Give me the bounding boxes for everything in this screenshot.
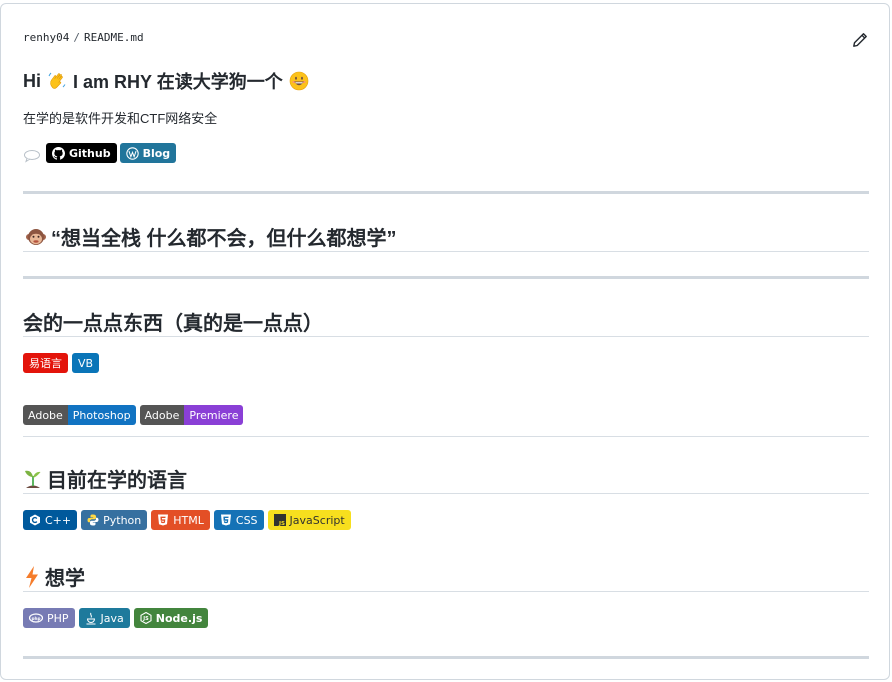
wordpress-icon: [125, 146, 139, 160]
photoshop-badge-right: Photoshop: [67, 405, 136, 425]
readme-card: renhy04 /README.md Hi I am RHY 在读大学狗一个 在学…: [0, 3, 890, 680]
github-badge[interactable]: Github: [46, 143, 117, 163]
seedling-icon: [25, 470, 41, 488]
blog-badge-label: Blog: [142, 146, 171, 160]
javascript-icon: JS: [273, 514, 286, 526]
nodejs-icon: JS: [140, 612, 152, 624]
section-divider: [23, 436, 869, 437]
section-divider: [23, 276, 869, 279]
html5-icon: [158, 514, 169, 526]
title-text-end: I am RHY 在读大学狗一个: [73, 72, 283, 92]
quote-heading-text: “想当全栈 什么都不会，但什么都想学”: [51, 228, 397, 250]
quote-heading: “想当全栈 什么都不会，但什么都想学”: [25, 222, 397, 251]
cpp-label: C++: [45, 513, 72, 527]
waving-hand-icon: [48, 72, 66, 89]
svg-text:JS: JS: [142, 616, 149, 622]
java-badge[interactable]: Java: [78, 608, 130, 628]
nodejs-label: Node.js: [155, 611, 203, 625]
pencil-icon: [853, 33, 867, 47]
php-icon: php: [29, 613, 43, 623]
readme-title: Hi I am RHY 在读大学狗一个: [23, 68, 309, 94]
java-label: Java: [100, 611, 124, 625]
photoshop-badge[interactable]: Adobe Photoshop: [23, 405, 136, 425]
svg-text:JS: JS: [278, 521, 285, 526]
want-heading-text: 想学: [45, 568, 85, 590]
heading-underline: [23, 251, 869, 252]
adobe-badges-row: Adobe Photoshop Adobe Premiere: [23, 405, 244, 425]
easy-language-label: 易语言: [29, 357, 62, 370]
premiere-badge[interactable]: Adobe Premiere: [139, 405, 244, 425]
learning-heading: 目前在学的语言: [23, 464, 187, 493]
cpp-badge[interactable]: C++: [23, 510, 78, 530]
nodejs-badge[interactable]: JS Node.js: [133, 608, 209, 628]
php-label: PHP: [47, 611, 69, 625]
css-label: CSS: [235, 513, 258, 527]
java-icon: [86, 612, 96, 624]
learning-heading-text: 目前在学的语言: [47, 470, 187, 492]
heading-underline: [23, 591, 869, 592]
grinning-face-icon: [289, 71, 309, 91]
want-badges-row: php PHP Java JS Node.js: [23, 608, 209, 628]
title-text-start: Hi: [23, 70, 41, 91]
github-icon: [52, 146, 65, 160]
python-badge[interactable]: Python: [81, 510, 148, 530]
social-badges: Github Blog: [23, 143, 177, 163]
breadcrumb-separator: /: [73, 31, 80, 44]
learning-badges-row: C++ Python HTML CSS JS JavaScript: [23, 510, 351, 530]
section-divider: [23, 191, 869, 194]
heading-underline: [23, 493, 869, 494]
python-icon: [87, 514, 99, 526]
html-label: HTML: [173, 513, 204, 527]
skills-badges-row: 易语言 VB: [23, 353, 100, 373]
intro-text: 在学的是软件开发和CTF网络安全: [23, 111, 218, 126]
php-badge[interactable]: php PHP: [23, 608, 75, 628]
photoshop-badge-left: Adobe: [23, 405, 68, 425]
breadcrumb-file: README.md: [83, 31, 144, 44]
javascript-label: JavaScript: [289, 513, 345, 527]
speech-bubble-icon: [24, 150, 40, 163]
cpp-icon: [30, 514, 40, 526]
svg-text:php: php: [32, 616, 41, 621]
want-heading: 想学: [23, 562, 85, 591]
vb-badge[interactable]: VB: [72, 353, 100, 373]
css-badge[interactable]: CSS: [213, 510, 264, 530]
edit-button[interactable]: [851, 31, 869, 49]
python-label: Python: [103, 513, 142, 527]
breadcrumb-owner-link[interactable]: renhy04: [23, 31, 69, 44]
heading-underline: [23, 336, 869, 337]
javascript-badge[interactable]: JS JavaScript: [267, 510, 351, 530]
blog-badge[interactable]: Blog: [119, 143, 177, 163]
premiere-badge-left: Adobe: [139, 405, 185, 425]
section-divider: [23, 656, 869, 659]
skills-heading: 会的一点点东西（真的是一点点）: [23, 313, 323, 335]
monkey-face-icon: [26, 228, 46, 245]
html-badge[interactable]: HTML: [151, 510, 210, 530]
css3-icon: [220, 514, 231, 526]
premiere-badge-right: Premiere: [184, 405, 244, 425]
easy-language-badge[interactable]: 易语言: [23, 353, 68, 373]
lightning-icon: [26, 565, 38, 588]
breadcrumb: renhy04 /README.md: [23, 31, 144, 44]
vb-label: VB: [78, 356, 94, 370]
github-badge-label: Github: [69, 146, 111, 160]
